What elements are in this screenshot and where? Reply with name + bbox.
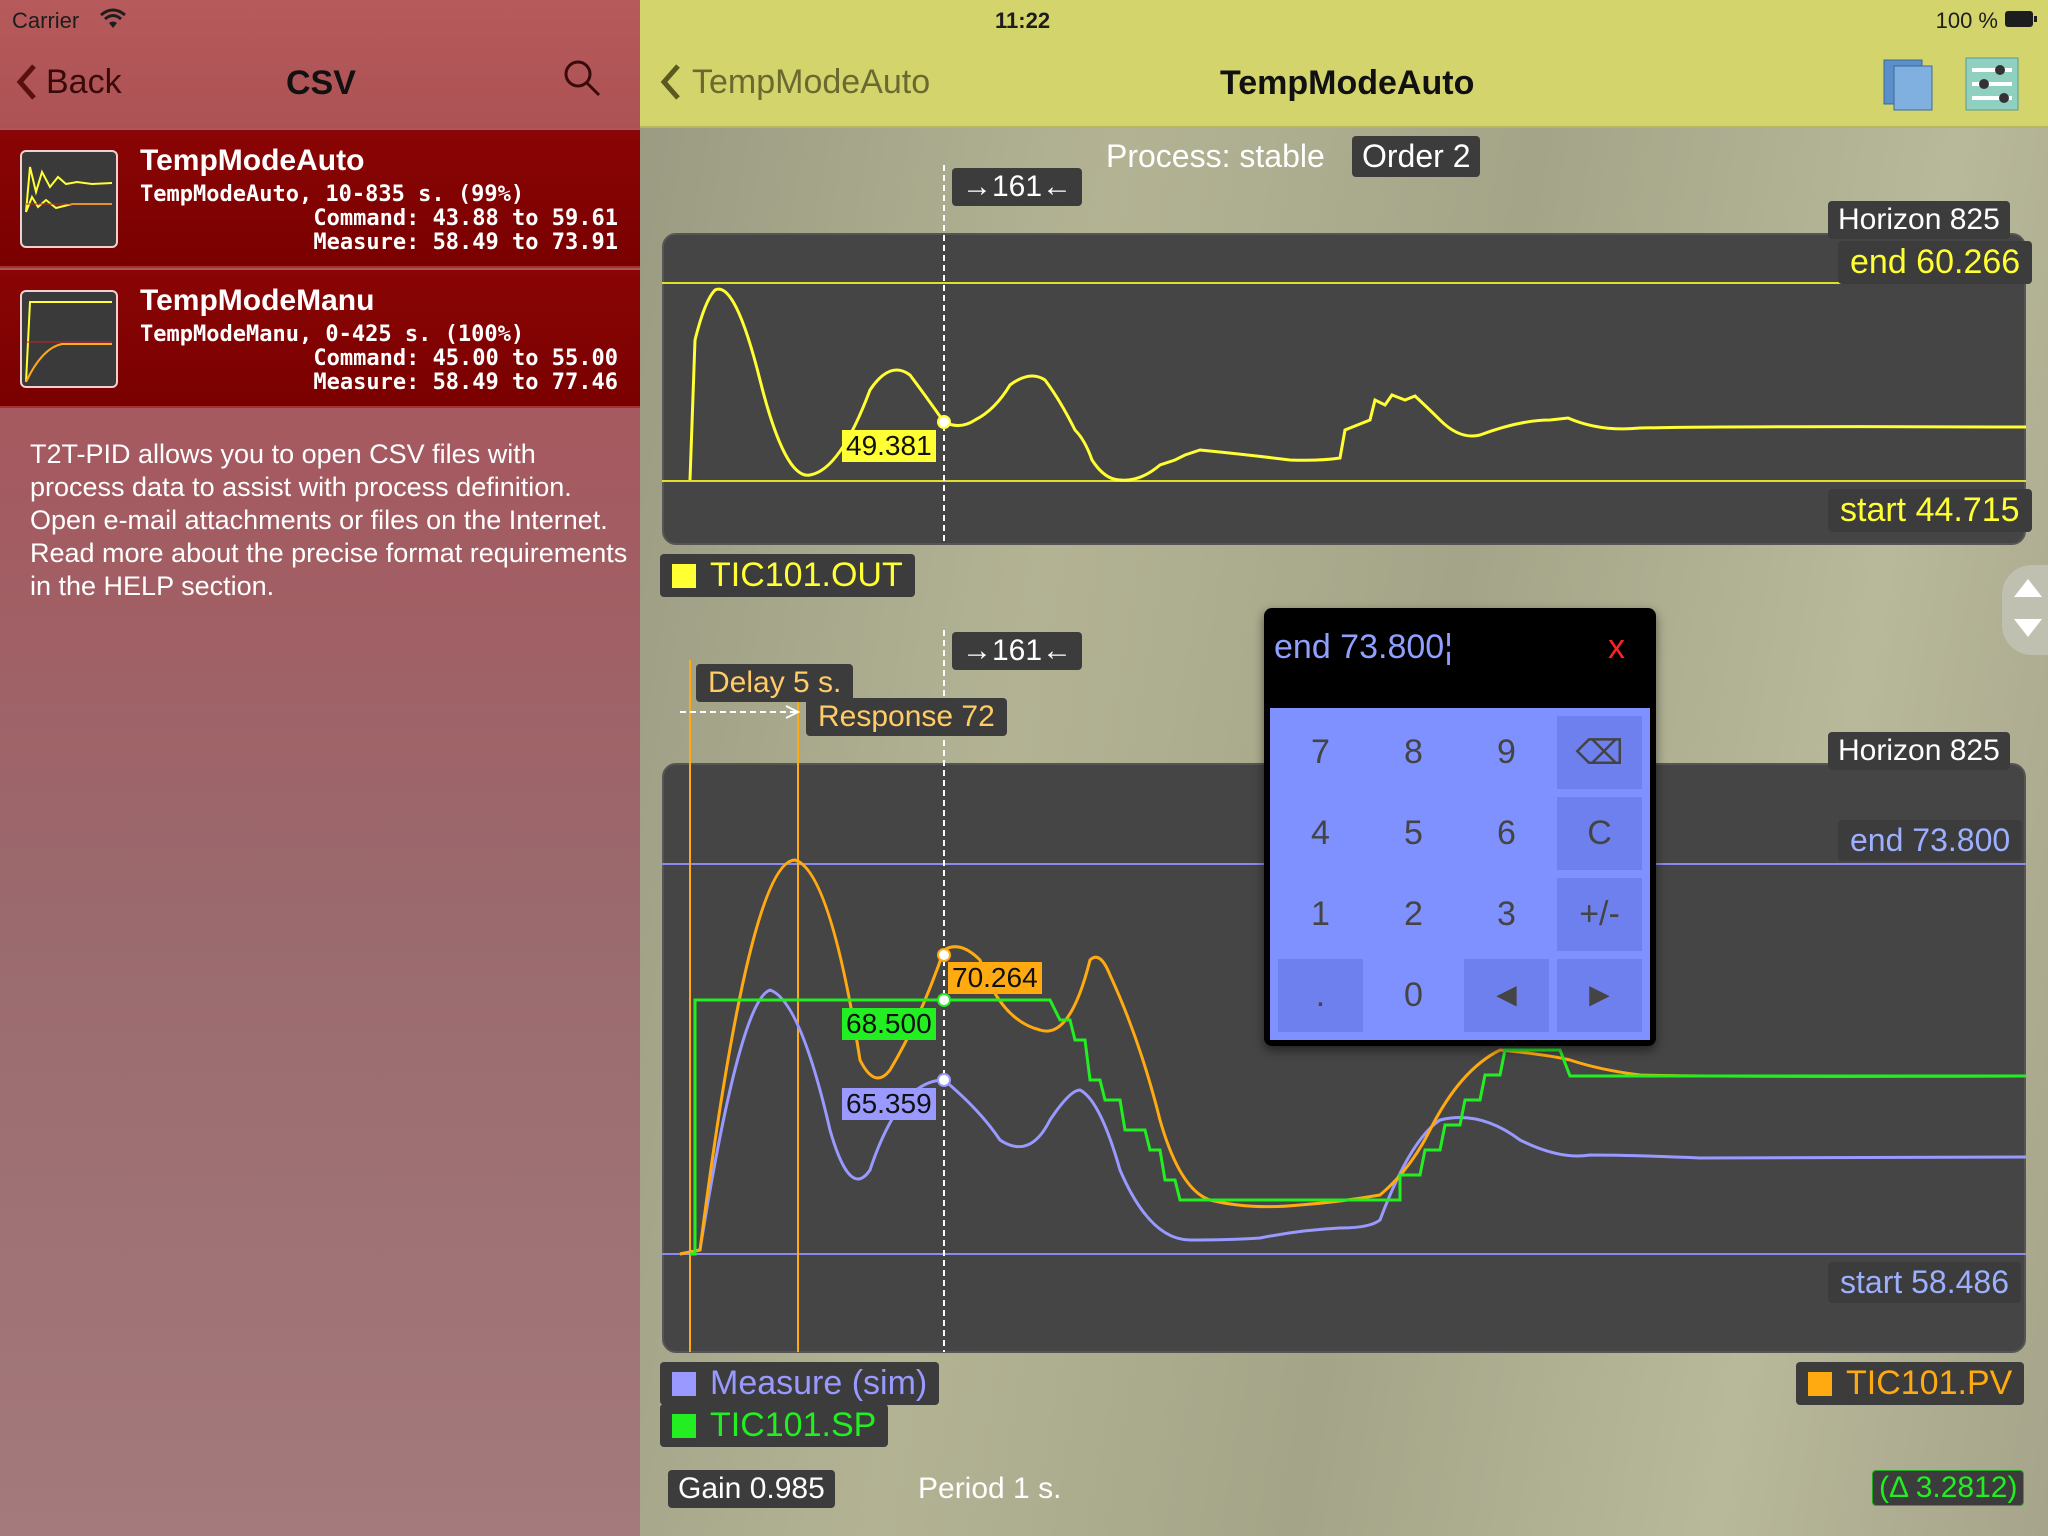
key-5[interactable]: 5 (1371, 797, 1456, 870)
key-7[interactable]: 7 (1278, 716, 1363, 789)
delay-label[interactable]: Delay 5 s. (696, 664, 854, 702)
sp-cursor-value: 68.500 (842, 1008, 936, 1040)
key-0[interactable]: 0 (1371, 959, 1456, 1032)
bottom-horizon-label[interactable]: Horizon 825 (1828, 732, 2010, 770)
key-decimal[interactable]: . (1278, 959, 1363, 1032)
meas-cursor-dot (937, 1073, 951, 1087)
sp-cursor-dot (937, 993, 951, 1007)
pv-cursor-value: 70.264 (948, 962, 1042, 994)
delta-label[interactable]: (Δ 3.2812) (1872, 1470, 2025, 1506)
key-clear[interactable]: C (1557, 797, 1642, 870)
key-plus-minus[interactable]: +/- (1557, 878, 1642, 951)
keypad-close-button[interactable]: x (1608, 628, 1625, 667)
gain-label[interactable]: Gain 0.985 (668, 1470, 835, 1508)
legend-label: Measure (sim) (710, 1364, 928, 1402)
bottom-start-label[interactable]: start 58.486 (1828, 1262, 2021, 1303)
legend-swatch (1808, 1372, 1832, 1396)
bottom-end-label[interactable]: end 73.800 (1838, 820, 2023, 861)
key-right[interactable]: ► (1557, 959, 1642, 1032)
bottom-chart-lines (662, 630, 2027, 1352)
numeric-keypad[interactable]: end 73.800¦ x 7 8 9 ⌫ 4 5 6 C 1 2 3 +/- … (1264, 608, 1656, 1046)
key-1[interactable]: 1 (1278, 878, 1363, 951)
legend-tic101-sp[interactable]: TIC101.SP (660, 1404, 889, 1447)
key-4[interactable]: 4 (1278, 797, 1363, 870)
keypad-display[interactable]: end 73.800¦ (1274, 628, 1453, 667)
legend-swatch (672, 1414, 696, 1438)
legend-swatch (672, 1372, 696, 1396)
legend-label: TIC101.SP (710, 1406, 877, 1444)
key-3[interactable]: 3 (1464, 878, 1549, 951)
keypad-grid: 7 8 9 ⌫ 4 5 6 C 1 2 3 +/- . 0 ◄ ► (1270, 708, 1650, 1040)
period-label[interactable]: Period 1 s. (918, 1472, 1061, 1506)
key-backspace[interactable]: ⌫ (1557, 716, 1642, 789)
key-9[interactable]: 9 (1464, 716, 1549, 789)
key-6[interactable]: 6 (1464, 797, 1549, 870)
key-8[interactable]: 8 (1371, 716, 1456, 789)
response-label[interactable]: Response 72 (806, 698, 1007, 736)
key-2[interactable]: 2 (1371, 878, 1456, 951)
legend-label: TIC101.PV (1846, 1364, 2013, 1402)
bottom-cursor-label[interactable]: →161← (952, 632, 1083, 670)
legend-measure-sim[interactable]: Measure (sim) (660, 1362, 940, 1405)
legend-tic101-pv[interactable]: TIC101.PV (1796, 1362, 2025, 1405)
meas-cursor-value: 65.359 (842, 1088, 936, 1120)
pv-cursor-dot (937, 948, 951, 962)
key-left[interactable]: ◄ (1464, 959, 1549, 1032)
